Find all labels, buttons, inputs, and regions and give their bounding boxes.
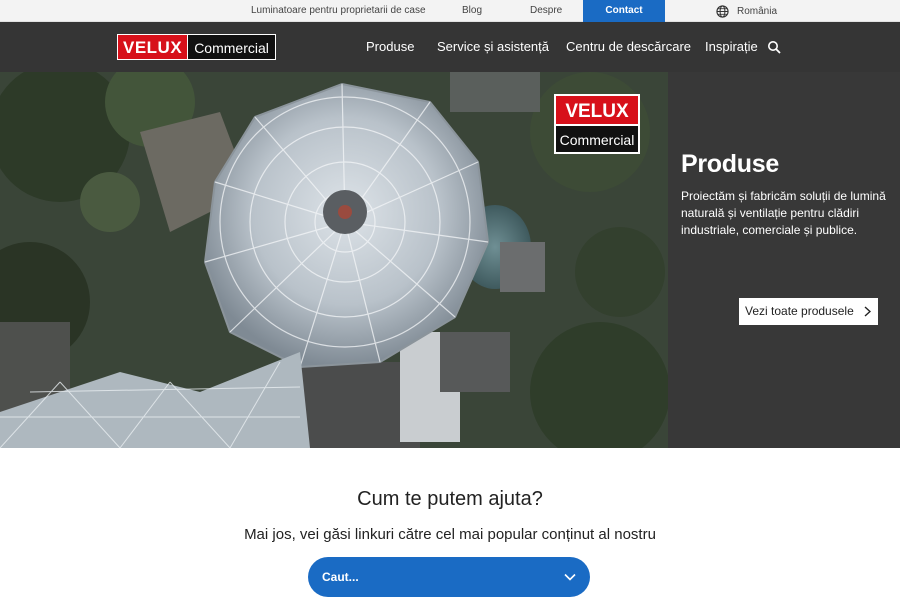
nav-item-inspiratie[interactable]: Inspirație <box>705 22 758 72</box>
dropdown-value: Caut... <box>322 570 359 584</box>
chevron-down-icon <box>564 573 576 581</box>
velux-commercial-logo[interactable]: VELUX Commercial <box>117 34 276 60</box>
cta-label: Vezi toate produsele <box>745 304 854 318</box>
hero-text-panel: Produse Proiectăm și fabricăm soluții de… <box>668 72 900 448</box>
nav-item-produse[interactable]: Produse <box>366 22 414 72</box>
language-selector[interactable]: România <box>716 0 777 22</box>
logo-sub: Commercial <box>188 34 276 60</box>
help-subheading: Mai jos, vei găsi linkuri către cel mai … <box>244 526 656 543</box>
hero-banner: VELUX Commercial Produse Proiectăm și fa… <box>0 72 900 448</box>
homeowners-link[interactable]: Luminatoare pentru proprietarii de case <box>251 0 426 22</box>
about-link[interactable]: Despre <box>530 0 562 22</box>
nav-item-download[interactable]: Centru de descărcare <box>566 22 691 72</box>
hero-logo-sub: Commercial <box>554 126 640 154</box>
view-all-products-button[interactable]: Vezi toate produsele <box>739 298 878 325</box>
hero-title: Produse <box>681 150 779 178</box>
logo-brand: VELUX <box>117 34 189 60</box>
help-heading: Cum te putem ajuta? <box>357 488 543 510</box>
nav-item-service[interactable]: Service și asistență <box>437 22 549 72</box>
blog-link[interactable]: Blog <box>462 0 482 22</box>
globe-icon <box>716 4 729 18</box>
language-label: România <box>737 5 778 17</box>
search-icon[interactable] <box>767 40 781 54</box>
main-nav: VELUX Commercial Produse Service și asis… <box>0 22 900 72</box>
hero-velux-logo: VELUX Commercial <box>554 94 640 154</box>
chevron-right-icon <box>864 306 871 317</box>
hero-logo-brand: VELUX <box>554 94 640 126</box>
hero-description: Proiectăm și fabricăm soluții de lumină … <box>681 189 886 237</box>
contact-button[interactable]: Contact <box>583 0 665 22</box>
search-topic-dropdown[interactable]: Caut... <box>308 557 590 597</box>
utility-bar: Luminatoare pentru proprietarii de case … <box>0 0 900 22</box>
